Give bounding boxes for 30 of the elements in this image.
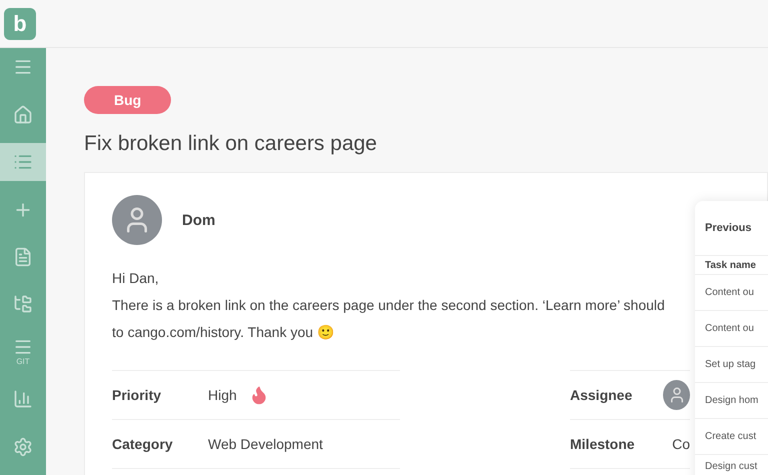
field-value: High (208, 387, 237, 403)
home-icon (13, 104, 33, 125)
field-label: Priority (112, 387, 162, 403)
message-text: There is a broken link on the careers page under the second section. ‘Learn more’ should (112, 296, 665, 315)
field-value: Web Development (208, 436, 323, 452)
task-row[interactable]: Design cust (695, 455, 768, 475)
settings-icon (13, 436, 33, 457)
git-label: GIT (16, 357, 30, 366)
document-icon (13, 246, 33, 267)
sidebar-item[interactable] (0, 142, 46, 182)
task-row[interactable]: Create cust (695, 419, 768, 455)
author-avatar (112, 195, 162, 245)
task-row[interactable]: Set up stag (695, 347, 768, 383)
field-label: Category (112, 436, 174, 452)
field-label: Milestone (570, 436, 636, 452)
task-row[interactable]: Content ou (695, 311, 768, 347)
issue-title: Fix broken link on careers page (84, 132, 378, 156)
bug-tag: Bug (84, 86, 172, 114)
folder-icon (13, 294, 33, 314)
assignee-avatar (663, 380, 690, 410)
panel-title: Previous (695, 201, 768, 256)
author-name: Dom (182, 212, 216, 228)
field-value: Co (672, 436, 690, 452)
task-row[interactable]: Design hom (695, 383, 768, 419)
message-text: to cango.com/history. Thank you 🙂 (112, 323, 334, 342)
task-row[interactable]: Content ou (695, 275, 768, 311)
chart-icon (13, 389, 33, 410)
message-text: Hi Dan, (112, 269, 159, 288)
field-label: Assignee (570, 387, 634, 403)
column-header: Task name (695, 256, 768, 275)
